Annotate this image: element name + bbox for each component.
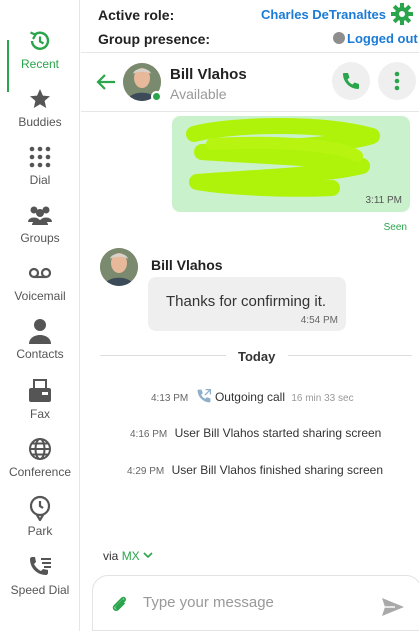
chat-header: Bill Vlahos Available [81, 52, 419, 112]
sidebar-item-park[interactable]: Park [0, 489, 80, 547]
globe-icon [27, 436, 53, 462]
sidebar-item-label: Groups [20, 231, 60, 245]
event-time: 4:16 PM [130, 429, 168, 440]
sidebar-item-label: Conference [8, 465, 72, 479]
chevron-down-icon [143, 552, 153, 559]
phone-icon [343, 73, 359, 89]
sidebar-item-label: Speed Dial [10, 583, 70, 597]
paperclip-icon[interactable] [109, 594, 129, 614]
via-label: via [103, 549, 119, 563]
sender-avatar [100, 248, 138, 286]
more-options-button[interactable] [378, 62, 416, 100]
sidebar-nav: Recent Buddies Dial Groups Voicemail Con… [0, 0, 80, 631]
fax-icon [27, 378, 53, 404]
sidebar-item-label: Recent [20, 57, 60, 71]
sent-message-bubble: 3:11 PM [172, 116, 410, 212]
star-icon [27, 86, 53, 112]
group-presence-status[interactable]: Logged out [347, 31, 418, 46]
recent-icon [27, 28, 53, 54]
voicemail-icon [27, 260, 53, 286]
group-presence-label: Group presence: [98, 31, 211, 47]
event-text: User Bill Vlahos finished sharing screen [171, 463, 384, 477]
back-arrow-icon[interactable] [95, 71, 117, 93]
sidebar-item-conference[interactable]: Conference [0, 430, 80, 488]
sidebar-item-speed-dial[interactable]: Speed Dial [0, 548, 80, 606]
event-text: User Bill Vlahos started sharing screen [174, 426, 382, 440]
groups-icon [27, 202, 53, 228]
call-event: 4:13 PM Outgoing call 16 min 33 sec [151, 388, 354, 404]
message-timestamp: 4:54 PM [300, 315, 338, 326]
screen-share-event: 4:16 PM User Bill Vlahos started sharing… [130, 426, 381, 440]
kebab-menu-icon [394, 71, 400, 91]
sidebar-item-groups[interactable]: Groups [0, 196, 80, 254]
send-icon[interactable] [381, 597, 405, 617]
speed-dial-icon [27, 554, 53, 580]
gear-icon[interactable] [391, 3, 413, 25]
sidebar-item-dial[interactable]: Dial [0, 138, 80, 196]
sidebar-item-recent[interactable]: Recent [0, 22, 80, 92]
sidebar-item-label: Dial [29, 173, 51, 187]
screen-share-event: 4:29 PM User Bill Vlahos finished sharin… [127, 463, 383, 477]
received-message-bubble: Thanks for confirming it. 4:54 PM [148, 277, 346, 331]
sidebar-item-contacts[interactable]: Contacts [0, 312, 80, 370]
sidebar-item-buddies[interactable]: Buddies [0, 80, 80, 138]
carrier-dropdown[interactable]: MX [122, 549, 153, 563]
sidebar-item-voicemail[interactable]: Voicemail [0, 254, 80, 312]
event-time: 4:29 PM [127, 466, 165, 477]
active-role-name[interactable]: Charles DeTranaltes [261, 7, 386, 22]
sidebar-item-label: Voicemail [14, 289, 66, 303]
day-separator: Today [238, 349, 276, 364]
carrier-name: MX [121, 549, 140, 563]
online-status-dot [151, 91, 162, 102]
event-text: Outgoing call [214, 390, 285, 404]
contact-name: Bill Vlahos [170, 66, 247, 83]
call-button[interactable] [332, 62, 370, 100]
contact-status: Available [170, 86, 227, 102]
sidebar-item-label: Contacts [16, 347, 64, 361]
seen-receipt: Seen [383, 222, 407, 233]
message-composer [92, 575, 419, 631]
sidebar-item-label: Park [27, 524, 53, 538]
via-carrier-selector[interactable]: via MX [103, 549, 153, 563]
divider-line [288, 355, 412, 356]
event-time: 4:13 PM [151, 393, 189, 404]
message-input[interactable] [143, 594, 363, 611]
contact-icon [27, 318, 53, 344]
park-icon [27, 495, 53, 521]
active-role-label: Active role: [98, 7, 175, 23]
sidebar-item-fax[interactable]: Fax [0, 372, 80, 430]
presence-status-dot [333, 32, 345, 44]
call-duration: 16 min 33 sec [291, 393, 354, 404]
message-timestamp: 3:11 PM [365, 195, 403, 206]
divider-line [100, 355, 226, 356]
outgoing-call-icon [197, 388, 211, 403]
sidebar-item-label: Fax [29, 407, 50, 421]
message-sender-name: Bill Vlahos [151, 257, 223, 273]
dialpad-icon [27, 144, 53, 170]
sidebar-item-label: Buddies [18, 115, 62, 129]
message-text: Thanks for confirming it. [166, 293, 327, 310]
